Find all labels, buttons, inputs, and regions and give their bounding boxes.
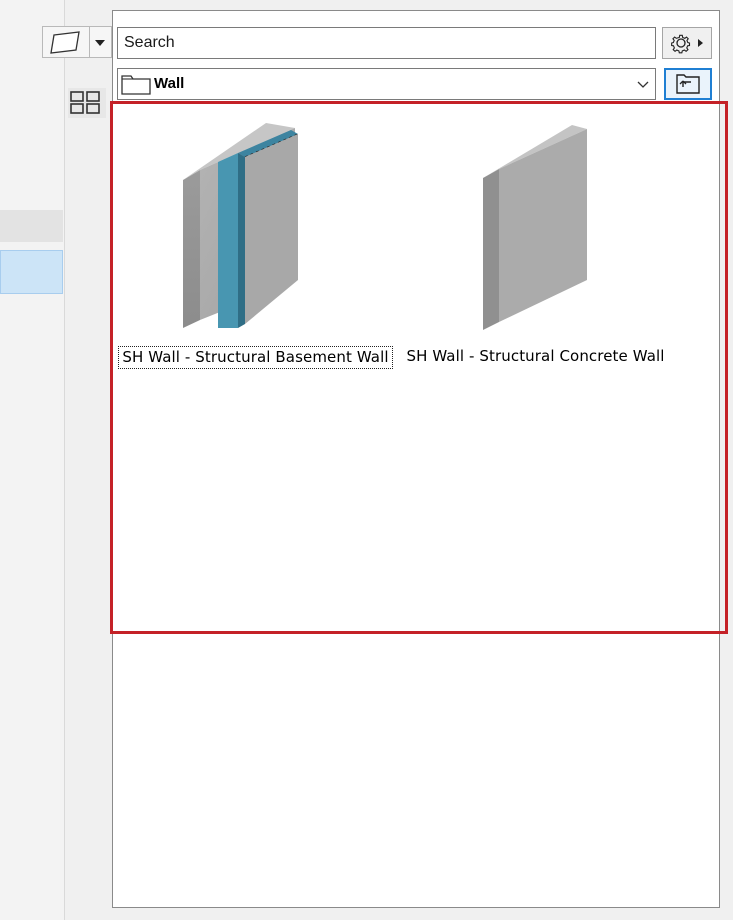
settings-button[interactable] xyxy=(662,27,712,59)
wall-tool-button[interactable] xyxy=(42,26,90,58)
chevron-down-icon xyxy=(95,40,105,46)
concrete-wall-thumbnail xyxy=(483,125,587,330)
grid-view-button[interactable] xyxy=(68,88,106,118)
left-panel xyxy=(0,0,65,920)
folder-icon xyxy=(121,75,151,95)
library-item-label: SH Wall - Structural Basement Wall xyxy=(118,346,393,369)
up-folder-icon xyxy=(676,74,700,94)
wall-shape-icon xyxy=(50,31,80,54)
up-folder-button[interactable] xyxy=(664,68,712,100)
tool-dropdown-button[interactable] xyxy=(90,26,112,58)
chevron-down-icon xyxy=(637,81,649,88)
folder-select-value: Wall xyxy=(154,75,185,92)
library-item-label: SH Wall - Structural Concrete Wall xyxy=(406,347,665,365)
library-item-concrete-wall[interactable]: SH Wall - Structural Concrete Wall xyxy=(398,120,673,395)
search-input[interactable] xyxy=(117,27,656,59)
left-list-item[interactable] xyxy=(0,210,63,242)
library-item-basement-wall[interactable]: SH Wall - Structural Basement Wall xyxy=(118,120,393,395)
left-list-item-selected[interactable] xyxy=(0,250,63,294)
basement-wall-thumbnail xyxy=(183,123,299,328)
grid-view-icon xyxy=(70,91,100,114)
folder-select[interactable]: Wall xyxy=(117,68,656,100)
gear-icon xyxy=(671,34,703,54)
